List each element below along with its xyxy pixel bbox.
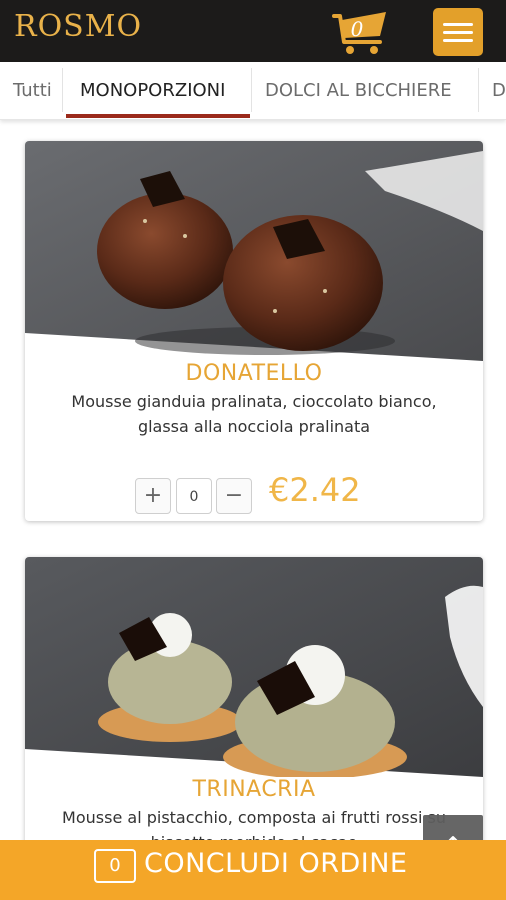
app-header: ROSMO 0 — [0, 0, 506, 62]
tab-dolci-al-bicchiere[interactable]: DOLCI AL BICCHIERE — [265, 62, 452, 118]
product-price: €2.42 — [269, 471, 361, 509]
tab-next-category[interactable]: D — [492, 62, 506, 118]
product-image[interactable] — [25, 141, 483, 361]
tab-tutti[interactable]: Tutti — [13, 62, 52, 118]
product-description: Mousse gianduia pralinata, cioccolato bi… — [71, 392, 437, 436]
product-card: TRINACRIA Mousse al pistacchio, composta… — [25, 557, 483, 857]
quantity-decrease-button[interactable]: − — [216, 478, 252, 514]
category-tabs: Tutti MONOPORZIONI DOLCI AL BICCHIERE D — [0, 62, 506, 120]
cart-count: 0 — [350, 17, 364, 41]
tab-divider — [251, 68, 252, 112]
product-name: TRINACRIA — [192, 777, 316, 802]
brand-logo[interactable]: ROSMO — [14, 9, 142, 44]
tab-divider — [478, 68, 479, 112]
active-tab-indicator — [66, 114, 250, 118]
product-name: DONATELLO — [185, 361, 323, 386]
quantity-increase-button[interactable]: + — [135, 478, 171, 514]
conclude-order-label: CONCLUDI ORDINE — [144, 848, 408, 879]
tab-divider — [62, 68, 63, 112]
conclude-order-button[interactable]: 0 CONCLUDI ORDINE — [0, 840, 506, 900]
hamburger-menu-button[interactable] — [433, 8, 483, 56]
product-card: DONATELLO Mousse gianduia pralinata, cio… — [25, 141, 483, 521]
tab-monoporzioni[interactable]: MONOPORZIONI — [80, 62, 225, 118]
cart-button[interactable]: 0 — [330, 8, 394, 56]
quantity-input[interactable]: 0 — [176, 478, 212, 514]
product-image[interactable] — [25, 557, 483, 777]
order-count-badge: 0 — [94, 849, 136, 883]
